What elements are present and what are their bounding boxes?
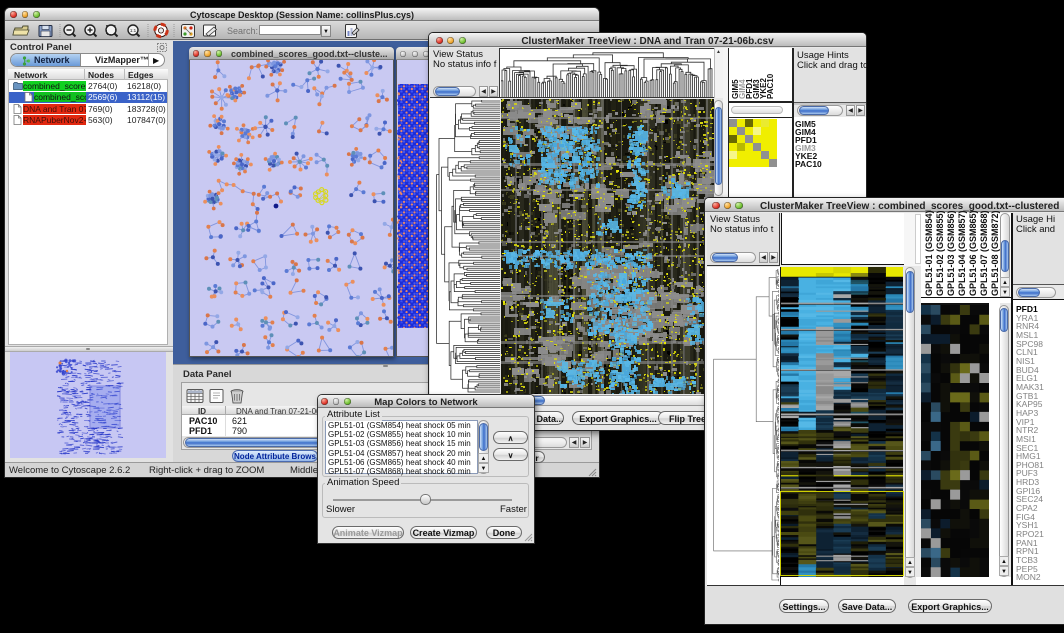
svg-text:1:1: 1:1: [130, 28, 137, 33]
